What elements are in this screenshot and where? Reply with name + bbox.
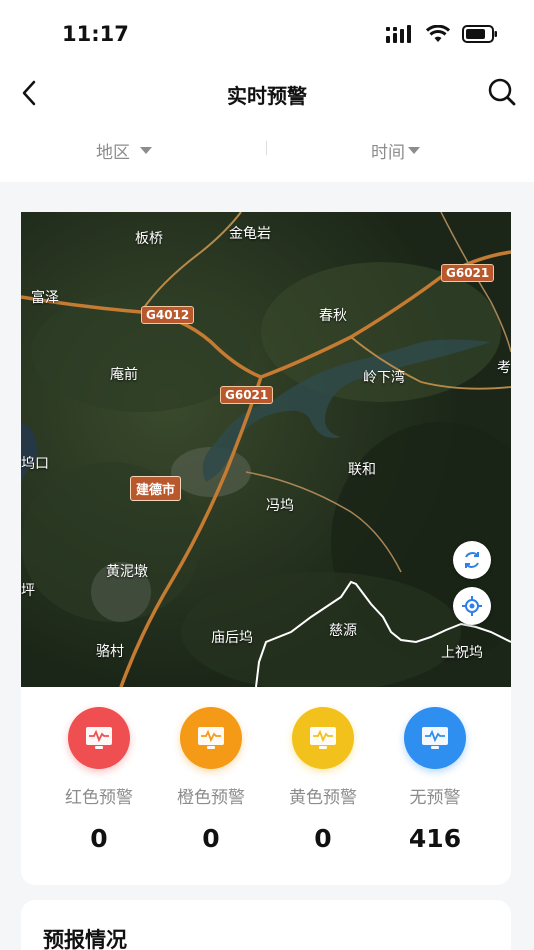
stat-value: 0	[202, 824, 220, 853]
stat-yellow-warning[interactable]: 黄色预警 0	[268, 707, 378, 853]
map-place-label: 慈源	[329, 623, 357, 639]
time-filter[interactable]: 时间	[371, 138, 420, 163]
caret-down-icon	[140, 147, 152, 154]
stat-label: 红色预警	[65, 788, 133, 808]
region-filter-label: 地区	[96, 143, 130, 163]
stat-label: 黄色预警	[289, 788, 357, 808]
stat-no-warning[interactable]: 无预警 416	[380, 707, 490, 853]
monitor-pulse-icon	[198, 727, 224, 749]
map-terrain	[21, 212, 511, 687]
status-icons	[386, 25, 498, 43]
stat-value: 416	[408, 824, 462, 853]
map-place-label: 春秋	[319, 308, 347, 324]
map-place-label: 冯坞	[266, 498, 294, 514]
monitor-pulse-icon	[310, 727, 336, 749]
refresh-icon	[465, 552, 479, 568]
monitor-pulse-icon	[422, 727, 448, 749]
caret-down-icon	[408, 147, 420, 154]
nav-bar: 实时预警	[0, 66, 534, 124]
warning-stats-card: 红色预警 0 橙色预警 0 黄色预警 0 无预警 416	[21, 687, 511, 885]
stat-orange-warning[interactable]: 橙色预警 0	[156, 707, 266, 853]
road-badge: G4012	[141, 306, 195, 324]
map-place-label: 坞口	[21, 456, 49, 472]
stat-value: 0	[90, 824, 108, 853]
map-place-label: 黄泥墩	[106, 564, 148, 580]
road-badge: G6021	[441, 264, 495, 282]
filter-bar: 地区 时间	[0, 124, 534, 182]
section-title: 预报情况	[43, 928, 127, 950]
stat-red-warning[interactable]: 红色预警 0	[44, 707, 154, 853]
search-icon	[488, 78, 516, 106]
stat-circle	[292, 707, 354, 769]
stat-circle	[404, 707, 466, 769]
battery-icon	[462, 25, 497, 43]
city-badge: 建德市	[130, 476, 182, 501]
map-place-label: 坪	[21, 583, 35, 599]
stat-circle	[180, 707, 242, 769]
map-place-label: 考	[497, 360, 511, 376]
wifi-icon	[426, 25, 450, 42]
stat-circle	[68, 707, 130, 769]
map-place-label: 岭下湾	[363, 370, 405, 386]
map-place-label: 骆村	[96, 644, 124, 660]
map-place-label: 金龟岩	[229, 226, 271, 242]
forecast-card: 预报情况	[21, 900, 511, 950]
map-place-label: 上祝坞	[441, 645, 483, 661]
filter-divider	[266, 141, 267, 155]
locate-icon	[462, 596, 482, 616]
satellite-map[interactable]: 板桥 金龟岩 富泽 春秋 庵前 岭下湾 坞口 联和 冯坞 黄泥墩 坪 庙后坞 慈…	[21, 212, 511, 687]
map-place-label: 庵前	[110, 367, 138, 383]
map-place-label: 联和	[348, 462, 376, 478]
search-button[interactable]	[486, 76, 518, 108]
monitor-pulse-icon	[86, 727, 112, 749]
stat-label: 无预警	[409, 788, 461, 808]
map-place-label: 板桥	[135, 231, 163, 247]
status-bar: 11:17	[0, 0, 534, 66]
road-badge: G6021	[220, 386, 274, 404]
status-time: 11:17	[62, 22, 129, 46]
time-filter-label: 时间	[371, 143, 405, 163]
cellular-signal-icon	[386, 25, 411, 43]
page-title: 实时预警	[227, 84, 307, 108]
locate-button[interactable]	[453, 587, 491, 625]
refresh-button[interactable]	[453, 541, 491, 579]
map-place-label: 富泽	[31, 290, 59, 306]
map-place-label: 庙后坞	[211, 630, 253, 646]
stat-label: 橙色预警	[177, 788, 245, 808]
stat-value: 0	[314, 824, 332, 853]
region-filter[interactable]: 地区	[96, 138, 152, 163]
